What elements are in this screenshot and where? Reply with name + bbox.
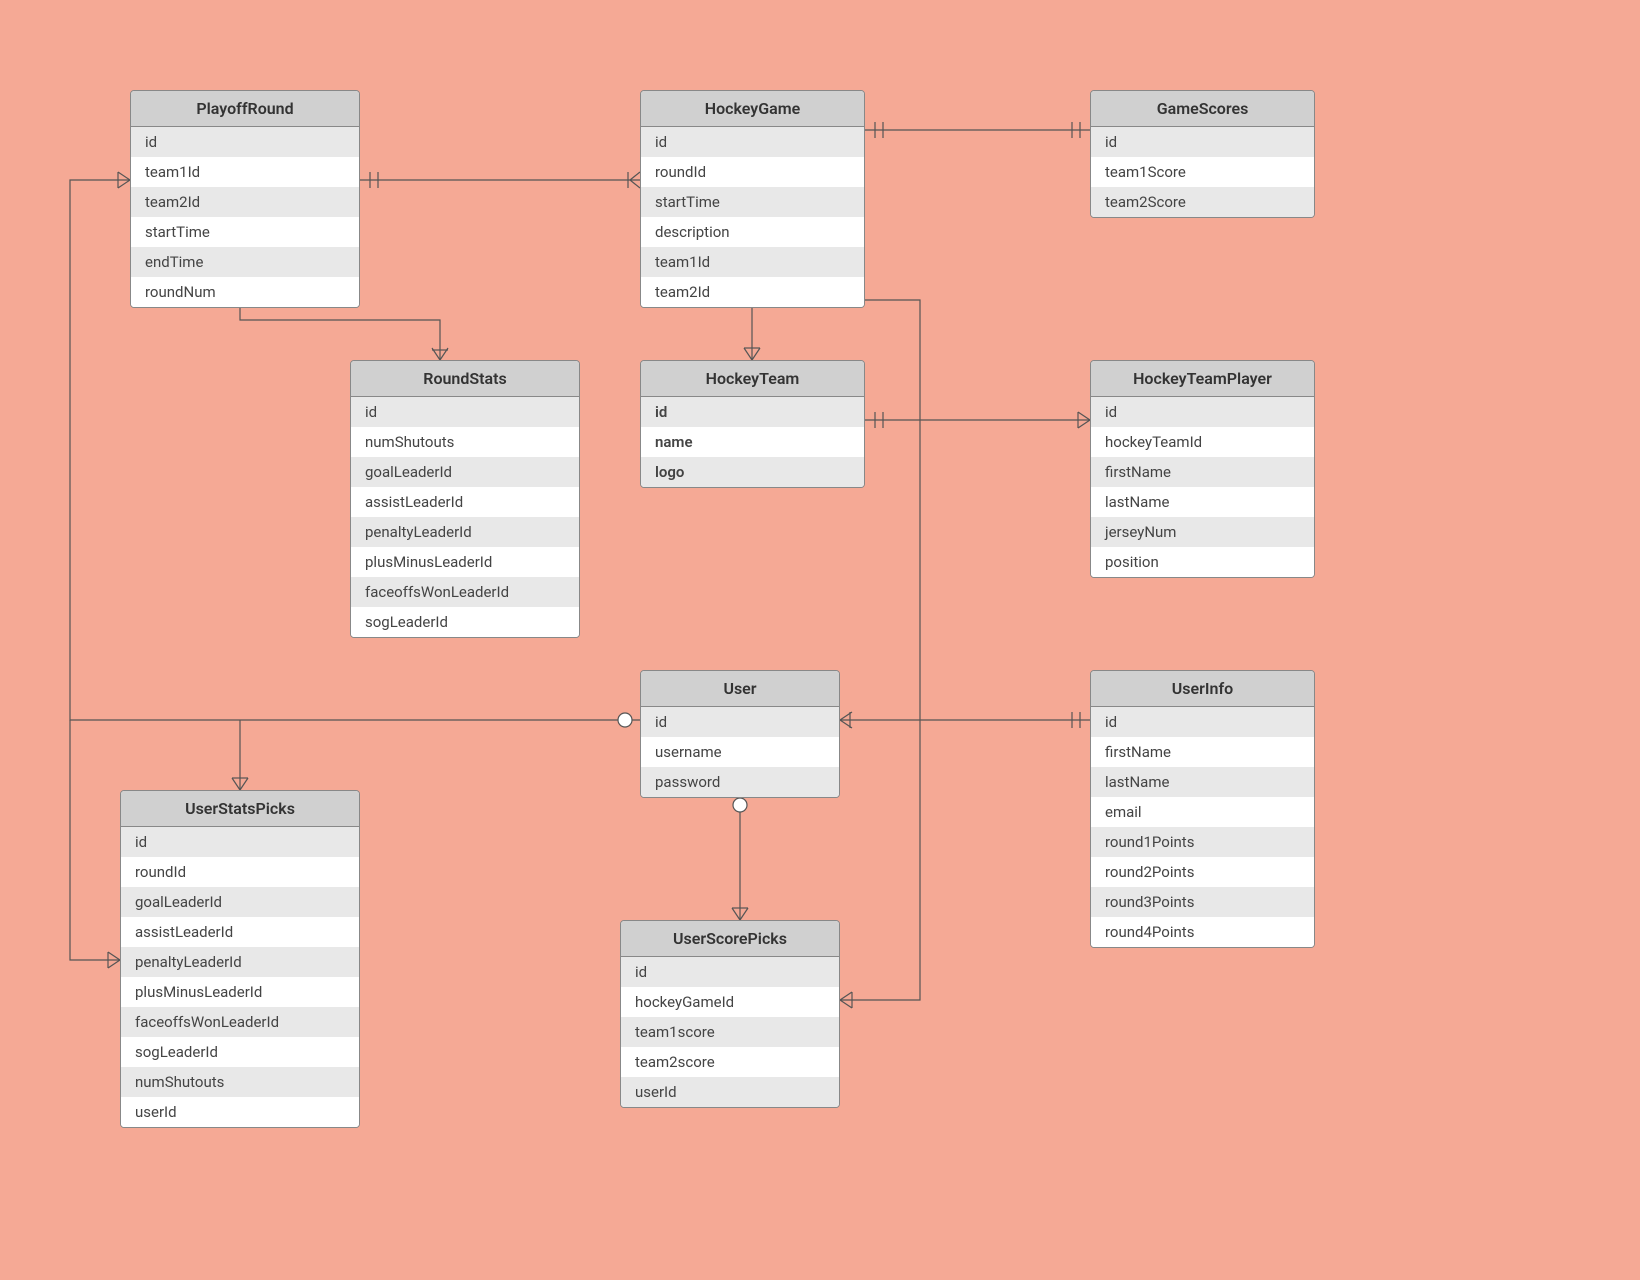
field: team1Score: [1091, 157, 1314, 187]
entity-title: PlayoffRound: [131, 91, 359, 127]
entity-title: RoundStats: [351, 361, 579, 397]
field: numShutouts: [351, 427, 579, 457]
entity-title: UserInfo: [1091, 671, 1314, 707]
field: round3Points: [1091, 887, 1314, 917]
field: roundId: [641, 157, 864, 187]
field: plusMinusLeaderId: [121, 977, 359, 1007]
field: jerseyNum: [1091, 517, 1314, 547]
entity-hockey-team: HockeyTeam id name logo: [640, 360, 865, 488]
field: password: [641, 767, 839, 797]
entity-title: HockeyTeamPlayer: [1091, 361, 1314, 397]
field: sogLeaderId: [351, 607, 579, 637]
field: hockeyTeamId: [1091, 427, 1314, 457]
field: assistLeaderId: [351, 487, 579, 517]
field: faceoffsWonLeaderId: [351, 577, 579, 607]
field: id: [641, 707, 839, 737]
entity-game-scores: GameScores id team1Score team2Score: [1090, 90, 1315, 218]
entity-user-info: UserInfo id firstName lastName email rou…: [1090, 670, 1315, 948]
entity-title: HockeyGame: [641, 91, 864, 127]
entity-user-stats-picks: UserStatsPicks id roundId goalLeaderId a…: [120, 790, 360, 1128]
field: team2Score: [1091, 187, 1314, 217]
field: goalLeaderId: [351, 457, 579, 487]
field: firstName: [1091, 457, 1314, 487]
entity-title: User: [641, 671, 839, 707]
field: id: [621, 957, 839, 987]
field: team2score: [621, 1047, 839, 1077]
field: roundNum: [131, 277, 359, 307]
field: firstName: [1091, 737, 1314, 767]
field: id: [1091, 397, 1314, 427]
field: startTime: [641, 187, 864, 217]
entity-hockey-game: HockeyGame id roundId startTime descript…: [640, 90, 865, 308]
field: id: [351, 397, 579, 427]
field: team2Id: [641, 277, 864, 307]
field: round4Points: [1091, 917, 1314, 947]
entity-title: HockeyTeam: [641, 361, 864, 397]
field: id: [641, 397, 864, 427]
entity-user-score-picks: UserScorePicks id hockeyGameId team1scor…: [620, 920, 840, 1108]
entity-user: User id username password: [640, 670, 840, 798]
field: team1score: [621, 1017, 839, 1047]
field: round2Points: [1091, 857, 1314, 887]
entity-playoff-round: PlayoffRound id team1Id team2Id startTim…: [130, 90, 360, 308]
field: id: [1091, 127, 1314, 157]
field: userId: [121, 1097, 359, 1127]
field: userId: [621, 1077, 839, 1107]
entity-fields: id team1Id team2Id startTime endTime rou…: [131, 127, 359, 307]
field: lastName: [1091, 767, 1314, 797]
field: username: [641, 737, 839, 767]
field: team1Id: [641, 247, 864, 277]
field: startTime: [131, 217, 359, 247]
field: penaltyLeaderId: [121, 947, 359, 977]
field: team1Id: [131, 157, 359, 187]
field: id: [641, 127, 864, 157]
entity-title: UserStatsPicks: [121, 791, 359, 827]
field: name: [641, 427, 864, 457]
entity-round-stats: RoundStats id numShutouts goalLeaderId a…: [350, 360, 580, 638]
field: id: [121, 827, 359, 857]
field: roundId: [121, 857, 359, 887]
entity-title: GameScores: [1091, 91, 1314, 127]
field: plusMinusLeaderId: [351, 547, 579, 577]
field: description: [641, 217, 864, 247]
entity-hockey-team-player: HockeyTeamPlayer id hockeyTeamId firstNa…: [1090, 360, 1315, 578]
field: endTime: [131, 247, 359, 277]
field: sogLeaderId: [121, 1037, 359, 1067]
field: assistLeaderId: [121, 917, 359, 947]
field: position: [1091, 547, 1314, 577]
field: id: [131, 127, 359, 157]
field: faceoffsWonLeaderId: [121, 1007, 359, 1037]
field: logo: [641, 457, 864, 487]
field: team2Id: [131, 187, 359, 217]
field: lastName: [1091, 487, 1314, 517]
field: goalLeaderId: [121, 887, 359, 917]
field: round1Points: [1091, 827, 1314, 857]
entity-title: UserScorePicks: [621, 921, 839, 957]
field: numShutouts: [121, 1067, 359, 1097]
field: penaltyLeaderId: [351, 517, 579, 547]
field: email: [1091, 797, 1314, 827]
field: id: [1091, 707, 1314, 737]
field: hockeyGameId: [621, 987, 839, 1017]
